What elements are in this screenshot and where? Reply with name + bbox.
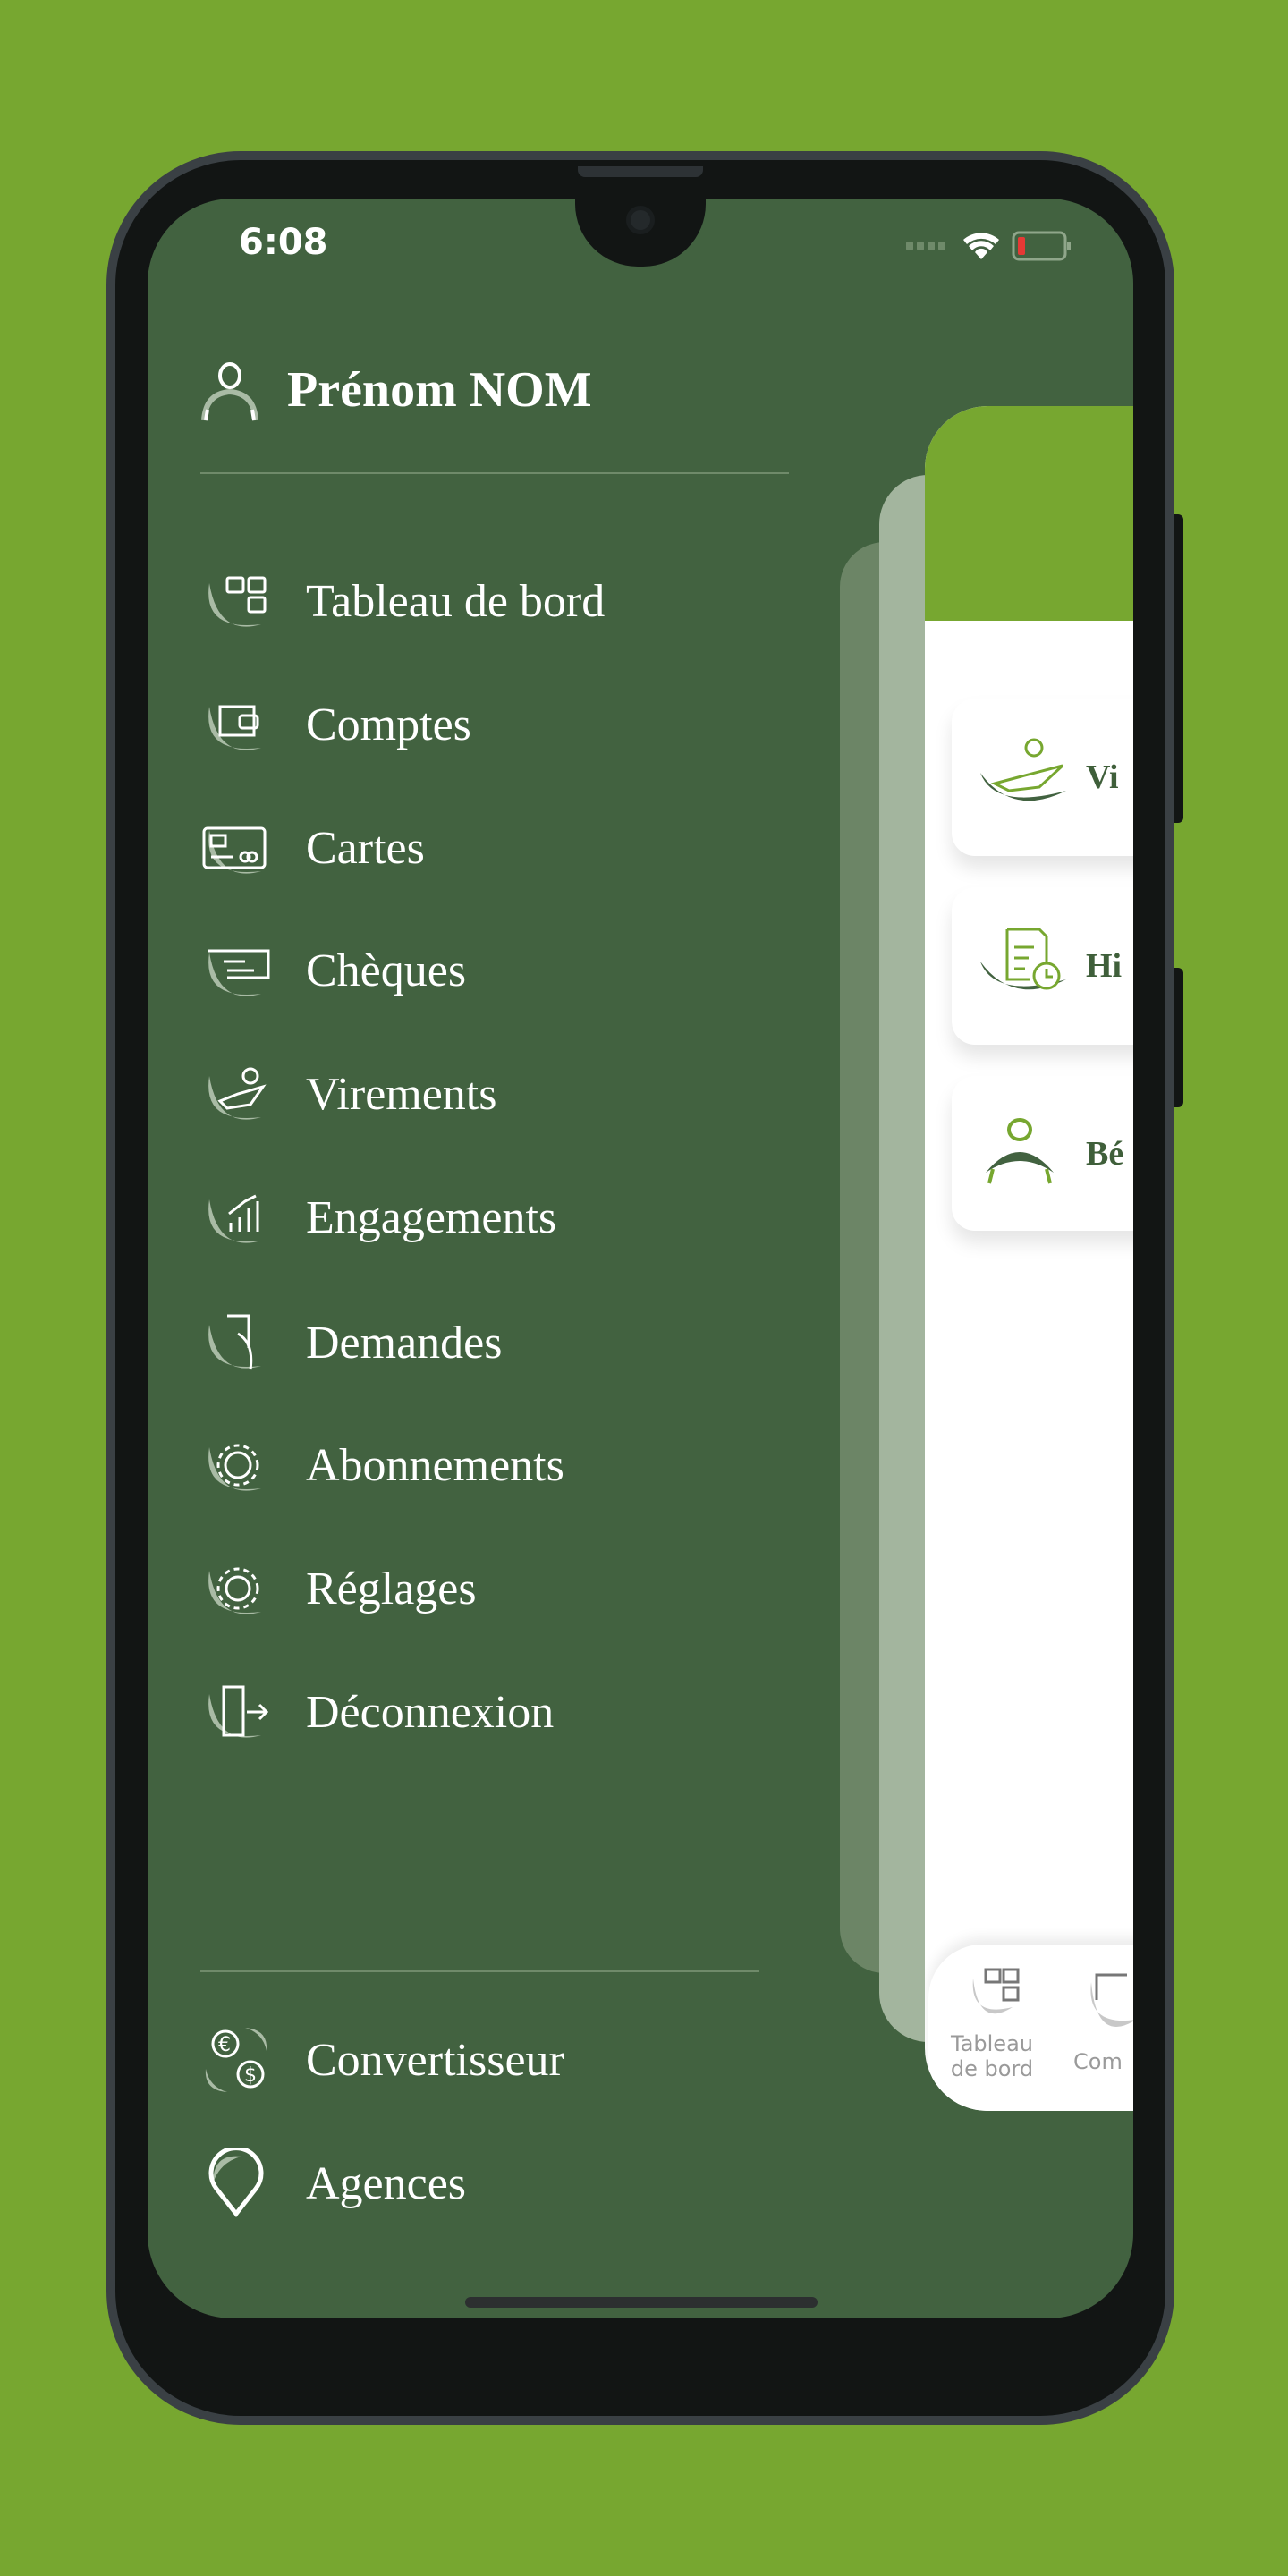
signal-icon: [906, 242, 945, 250]
menu-item-2[interactable]: Cartes: [200, 812, 826, 884]
menu-item-label: Demandes: [306, 1317, 503, 1368]
card-icon: [202, 826, 267, 874]
menu-item-9[interactable]: Déconnexion: [200, 1676, 826, 1748]
location-icon: [208, 2148, 264, 2218]
wallet-icon: [208, 705, 261, 750]
logout-icon: [208, 1685, 269, 1738]
menu-item-label: Virements: [306, 1068, 497, 1120]
request-icon: [208, 1314, 261, 1370]
divider: [200, 472, 789, 474]
camera: [626, 206, 655, 234]
menu-item-label: Chèques: [306, 945, 467, 996]
wifi-icon: [963, 233, 999, 259]
currency-icon: €$: [205, 2028, 267, 2092]
dashboard-icon: [208, 576, 267, 627]
nav-label: Tableau: [951, 2031, 1033, 2056]
transfer-icon: [208, 1067, 267, 1120]
chart-icon: [208, 1194, 261, 1243]
menu-item-label: Réglages: [306, 1563, 477, 1614]
screen: 6:08 Prénom NOM Tableau de bord Comptes Ca…: [148, 199, 1133, 2318]
svg-text:€: €: [218, 2034, 231, 2056]
card-beneficiaries[interactable]: Bé: [952, 1076, 1133, 1231]
card-label: Hi: [1086, 947, 1123, 985]
status-time: 6:08: [239, 222, 328, 263]
menu-item-label: Cartes: [306, 822, 425, 874]
wallet-icon: [1090, 1973, 1133, 2027]
gear-icon: [208, 1444, 261, 1491]
speaker: [578, 166, 703, 177]
menu-item-label: Comptes: [306, 699, 471, 750]
home-indicator[interactable]: [465, 2297, 818, 2308]
bottom-nav: Tableau de bord Com: [928, 1945, 1133, 2111]
menu-item-6[interactable]: Demandes: [200, 1307, 826, 1378]
menu-item-label: Tableau de bord: [306, 575, 606, 627]
card-label: Bé: [1086, 1134, 1124, 1173]
history-icon: [980, 928, 1066, 990]
menu-item-label: Abonnements: [306, 1439, 564, 1491]
menu-footer-item-1[interactable]: Agences: [200, 2148, 826, 2219]
menu-item-0[interactable]: Tableau de bord: [200, 565, 826, 637]
user-name: Prénom NOM: [287, 362, 592, 418]
nav-label: de bord: [950, 2056, 1034, 2081]
menu-footer-item-0[interactable]: € $ Convertisseur: [200, 2024, 826, 2096]
transfer-icon: [980, 738, 1066, 801]
battery-icon: [1012, 231, 1071, 261]
menu-item-8[interactable]: Réglages: [200, 1553, 826, 1624]
card-label: Vi: [1086, 758, 1119, 796]
status-icons: [906, 231, 1071, 261]
card-transfers[interactable]: Vi: [952, 699, 1133, 856]
app-header: [925, 406, 1133, 621]
power-button: [1174, 514, 1183, 823]
card-history[interactable]: Hi: [952, 887, 1133, 1045]
menu-item-3[interactable]: Chèques: [200, 935, 826, 1006]
divider: [200, 1970, 759, 1972]
menu-item-1[interactable]: Comptes: [200, 689, 826, 760]
nav-item-accounts[interactable]: Com: [1073, 1964, 1133, 2074]
menu-item-label: Engagements: [306, 1191, 557, 1243]
beneficiary-icon: [986, 1117, 1054, 1183]
user-icon: [201, 362, 258, 421]
nav-label: Com: [1073, 2049, 1123, 2074]
dashboard-icon: [972, 1968, 1020, 2014]
menu-item-5[interactable]: Engagements: [200, 1182, 826, 1253]
menu-item-label: Agences: [306, 2157, 467, 2209]
nav-item-dashboard[interactable]: Tableau de bord: [943, 1964, 1041, 2081]
menu-item-label: Déconnexion: [306, 1686, 555, 1738]
menu-item-label: Convertisseur: [306, 2034, 564, 2086]
cheque-icon: [208, 949, 270, 996]
volume-button: [1174, 968, 1183, 1107]
settings-icon: [208, 1567, 261, 1614]
menu-item-4[interactable]: Virements: [200, 1058, 826, 1130]
svg-text:$: $: [244, 2064, 257, 2087]
menu-item-7[interactable]: Abonnements: [200, 1429, 826, 1501]
main-screen-preview[interactable]: Vi Hi Bé Tableau de bord Com: [925, 406, 1133, 2111]
